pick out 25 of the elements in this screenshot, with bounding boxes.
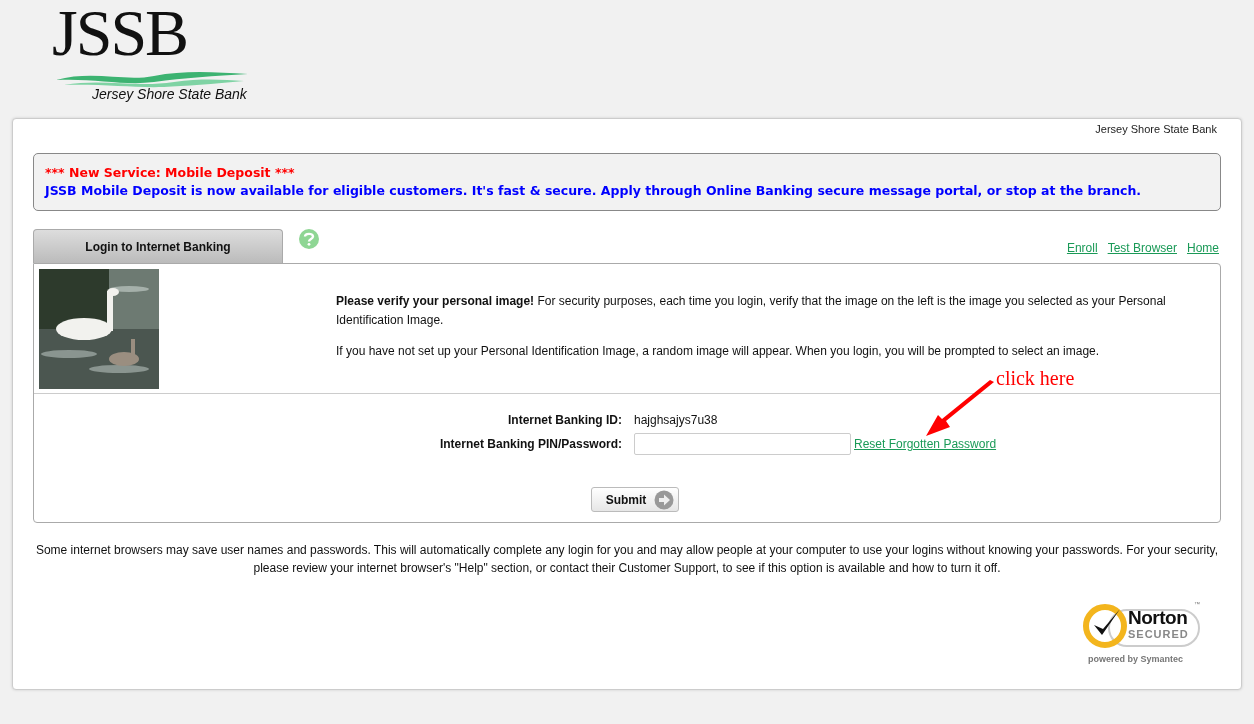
badge-status: SECURED <box>1128 628 1189 640</box>
field-label: Internet Banking ID: <box>508 413 622 427</box>
security-note: Some internet browsers may save user names and passwords. This will automatically complete any login for you and may allow people at your computer to use your logins without knowing your passwords. For your security, please review your internet browser's "Help" section, or contact their Customer Support, to see if this option is available and how to turn it off. <box>34 542 1220 577</box>
password-field[interactable] <box>634 433 851 455</box>
field-label: Internet Banking PIN/Password: <box>439 437 622 451</box>
notice-text: JSSB Mobile Deposit is now available for eligible customers. It's fast & secure. Apply through Online Banking secure message portal, or stop at the branch. <box>45 182 1143 200</box>
pointer-arrow <box>924 379 996 439</box>
nav-link[interactable]: Home <box>1187 241 1219 255</box>
notice-title: *** New Service: Mobile Deposit *** <box>45 164 296 182</box>
reset-password-link[interactable]: Reset Forgotten Password <box>854 437 997 451</box>
badge-brand: Norton <box>1128 607 1188 629</box>
badge-caption: powered by Symantec <box>1088 654 1184 664</box>
logo-mark: JSSB <box>52 0 188 68</box>
logo-name: Jersey Shore State Bank <box>92 86 247 102</box>
id-value: hajghsajys7u38 <box>634 413 719 427</box>
info-paragraph: Please verify your personal image! For security purposes, each time you login, verify that the image on the left is the image you selected as your Personal Identification Image. <box>336 293 1167 329</box>
checkmark-icon <box>1082 603 1128 649</box>
bank-name: Jersey Shore State Bank <box>1095 123 1217 135</box>
login-tab[interactable]: Login to Internet Banking <box>33 229 283 263</box>
info-paragraph: If you have not set up your Personal Identification Image, a random image will appear. When you login, you will be prompted to select an image. <box>336 343 1101 360</box>
nav-link[interactable]: Enroll <box>1066 241 1098 255</box>
submit-button[interactable]: Submit <box>590 487 680 512</box>
nav-link[interactable]: Test Browser <box>1107 241 1177 255</box>
annotation-text: click here <box>996 367 1075 390</box>
help-icon[interactable] <box>299 229 319 249</box>
